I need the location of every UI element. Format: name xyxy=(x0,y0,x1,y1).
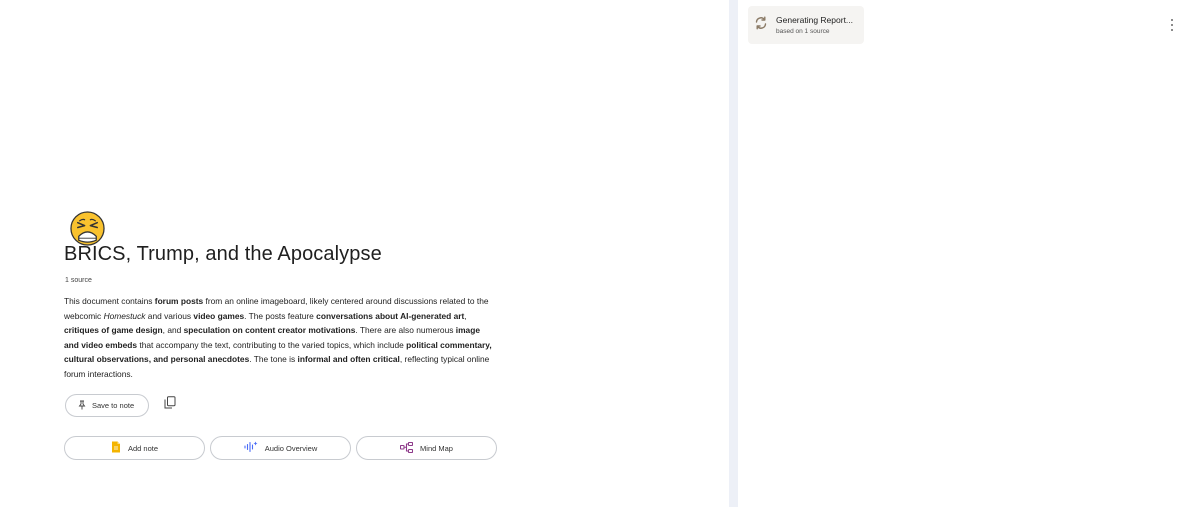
notebook-guide-panel: BRICS, Trump, and the Apocalypse 1 sourc… xyxy=(0,0,729,507)
generating-report-subtitle: based on 1 source xyxy=(776,28,830,35)
summary-segment: that accompany the text, contributing to… xyxy=(137,339,407,350)
generating-report-text: Generating Report... based on 1 source xyxy=(776,15,853,35)
mind-map-button[interactable]: Mind Map xyxy=(356,436,497,460)
summary-segment: conversations about AI-generated art xyxy=(316,310,465,321)
summary-segment: . The tone is xyxy=(249,354,298,364)
panel-divider[interactable] xyxy=(729,0,738,507)
save-to-note-button[interactable]: Save to note xyxy=(65,394,149,417)
summary-segment: Homestuck xyxy=(103,310,146,321)
summary-segment: informal and often critical xyxy=(297,354,400,364)
summary-segment: . There are also numerous xyxy=(355,325,456,335)
summary-segment: . The posts feature xyxy=(244,310,317,321)
notebook-summary: This document contains forum posts from … xyxy=(64,294,494,381)
add-note-button[interactable]: Add note xyxy=(64,436,205,460)
summary-segment: video games xyxy=(193,310,245,321)
pin-icon xyxy=(78,400,86,412)
summary-segment: and various xyxy=(145,310,194,321)
note-icon xyxy=(111,441,121,455)
audio-overview-label: Audio Overview xyxy=(264,443,318,453)
notebook-emoji-icon xyxy=(70,211,105,246)
source-count: 1 source xyxy=(65,277,92,284)
summary-segment: critiques of game design xyxy=(64,325,163,335)
summary-segment: speculation on content creator motivatio… xyxy=(183,325,356,335)
sync-icon xyxy=(754,16,768,35)
mind-map-label: Mind Map xyxy=(420,443,453,453)
audio-wave-icon xyxy=(244,441,258,455)
notebook-title: BRICS, Trump, and the Apocalypse xyxy=(64,243,382,265)
add-note-label: Add note xyxy=(127,443,159,453)
studio-panel: Generating Report... based on 1 source xyxy=(738,0,1189,507)
summary-segment: This document contains xyxy=(64,296,155,306)
summary-segment: , xyxy=(464,310,467,321)
copy-button[interactable] xyxy=(162,396,178,414)
copy-icon xyxy=(164,396,176,414)
summary-segment: , and xyxy=(162,325,184,335)
audio-overview-button[interactable]: Audio Overview xyxy=(210,436,351,460)
generating-report-title: Generating Report... xyxy=(776,15,854,25)
generating-report-card[interactable]: Generating Report... based on 1 source xyxy=(748,6,864,44)
summary-segment: forum posts xyxy=(154,296,204,306)
more-vert-icon[interactable] xyxy=(1169,17,1175,33)
mind-map-icon xyxy=(399,441,414,455)
save-to-note-label: Save to note xyxy=(92,401,135,410)
